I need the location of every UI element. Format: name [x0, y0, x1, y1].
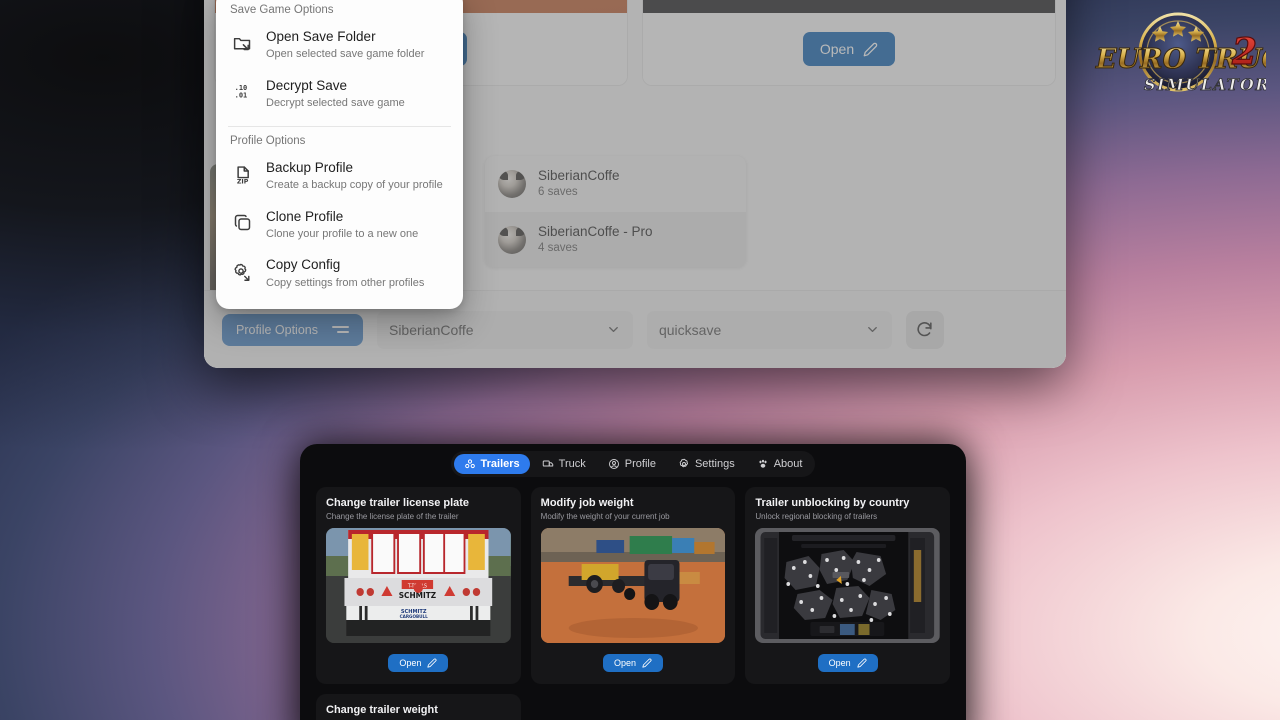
- pencil-icon: [642, 658, 652, 668]
- context-menu-section-label: Profile Options: [230, 135, 306, 148]
- card-change-trailer-weight: Change trailer weight Modifies the trail…: [316, 694, 521, 720]
- logo-text-two: 2: [1231, 31, 1257, 73]
- card-thumbnail-truck-lowloader: [540, 528, 726, 643]
- open-button[interactable]: Open: [602, 654, 663, 672]
- chevron-down-icon: [609, 327, 618, 332]
- card-title: Change trailer license plate: [326, 497, 470, 509]
- menu-item-title: Open Save Folder: [266, 29, 376, 44]
- pencil-icon: [427, 658, 437, 668]
- card-change-trailer-license-plate: Change trailer license plate Change the …: [316, 487, 521, 684]
- chevron-down-icon: [868, 327, 877, 332]
- card-description: Unlock regional blocking of trailers: [755, 512, 878, 521]
- profile-list: SiberianCoffe 6 saves SiberianCoffe - Pr…: [485, 156, 746, 268]
- card-title: Trailer unblocking by country: [755, 497, 910, 509]
- tab-profile[interactable]: Profile: [598, 454, 666, 474]
- svg-text:ZIP: ZIP: [236, 178, 248, 185]
- truck-icon: [542, 460, 553, 467]
- context-menu-section-label: Save Game Options: [230, 4, 334, 16]
- card-description: Change the license plate of the trailer: [326, 512, 459, 521]
- menu-item-description: Decrypt selected save game: [266, 96, 405, 109]
- profile-select-value: SiberianCoffe: [388, 321, 474, 338]
- open-button[interactable]: Open: [388, 654, 449, 672]
- tab-settings[interactable]: Settings: [668, 454, 745, 474]
- menu-item-title: Backup Profile: [266, 160, 354, 176]
- profile-options-context-menu: Save Game Options Open Save Folder Open …: [216, 0, 463, 310]
- tab-label: Trailers: [480, 458, 520, 470]
- menu-item-description: Open selected save game folder: [266, 48, 425, 61]
- open-button[interactable]: Open: [802, 32, 896, 66]
- menu-item-copy-config[interactable]: Copy Config Copy settings from other pro…: [216, 250, 463, 299]
- boxes-icon: [464, 459, 475, 469]
- profile-saves-count: 4 saves: [538, 241, 578, 254]
- profile-name: SiberianCoffe - Pro: [538, 223, 653, 239]
- open-button[interactable]: Open: [817, 654, 878, 672]
- list-item[interactable]: SiberianCoffe 6 saves: [485, 156, 746, 212]
- logo-text-simulator: SIMULATOR: [1144, 75, 1266, 94]
- card-title: Modify job weight: [540, 497, 634, 509]
- tab-label: Profile: [624, 458, 656, 470]
- ets2-logo: EURO TRUCK 2 SIMULATOR: [1095, 12, 1266, 94]
- card-modify-job-weight: Modify job weight Modify the weight of y…: [530, 487, 736, 684]
- refresh-icon: [917, 322, 933, 337]
- card-thumbnail: [643, 0, 1055, 13]
- menu-item-title: Copy Config: [266, 257, 341, 273]
- open-button-label: Open: [828, 658, 851, 668]
- svg-text:.10: .10: [234, 84, 247, 92]
- menu-item-clone-profile[interactable]: Clone Profile Clone your profile to a ne…: [216, 202, 463, 251]
- profile-select[interactable]: SiberianCoffe: [376, 310, 633, 349]
- tab-bar: Trailers Truck Profile Settings About: [300, 444, 966, 483]
- pencil-icon: [857, 658, 867, 668]
- tab-label: Truck: [558, 458, 586, 470]
- zip-file-icon: ZIP: [230, 161, 254, 187]
- mod-tool-window: Trailers Truck Profile Settings About Ch…: [300, 444, 966, 720]
- card-thumbnail-europe-map: [755, 528, 940, 643]
- gear-icon: [679, 458, 688, 468]
- menu-item-decrypt-save[interactable]: .10 .01 Decrypt Save Decrypt selected sa…: [216, 71, 463, 120]
- gear-arrow-icon: [230, 258, 254, 284]
- binary-decrypt-icon: .10 .01: [230, 79, 254, 105]
- svg-text:CARGOBULL: CARGOBULL: [400, 614, 428, 620]
- profile-options-button[interactable]: Profile Options: [222, 313, 363, 346]
- avatar: [498, 225, 526, 254]
- open-button-label: Open: [613, 658, 636, 668]
- tab-truck[interactable]: Truck: [532, 454, 596, 474]
- trailer-card-grid: Change trailer license plate Change the …: [300, 483, 966, 684]
- card-title: Change trailer weight: [326, 704, 438, 716]
- desktop-wallpaper: Open Open we eigh: [0, 0, 1280, 720]
- tab-label: Settings: [694, 458, 735, 470]
- menu-item-description: Clone your profile to a new one: [266, 228, 419, 241]
- avatar: [498, 169, 526, 198]
- bottom-card-row: Change trailer weight Modifies the trail…: [300, 694, 966, 720]
- open-button-label: Open: [399, 658, 422, 668]
- copy-duplicate-icon: [230, 210, 254, 236]
- tab-label: About: [773, 458, 803, 470]
- menu-item-backup-profile[interactable]: ZIP Backup Profile Create a backup copy …: [216, 153, 463, 202]
- svg-text:.01: .01: [234, 92, 247, 100]
- back-window-card: Open: [642, 0, 1056, 86]
- save-select-value: quicksave: [658, 321, 722, 338]
- tab-about[interactable]: About: [747, 454, 813, 474]
- menu-lines-icon: [331, 326, 349, 333]
- menu-item-title: Decrypt Save: [266, 77, 348, 93]
- pencil-icon: [863, 42, 878, 56]
- open-button-label: Open: [819, 41, 855, 57]
- menu-item-description: Copy settings from other profiles: [266, 276, 425, 289]
- tab-trailers[interactable]: Trailers: [453, 454, 530, 474]
- menu-item-title: Clone Profile: [266, 208, 344, 224]
- save-select[interactable]: quicksave: [646, 310, 892, 349]
- card-trailer-unblocking-by-country: Trailer unblocking by country Unlock reg…: [745, 487, 950, 684]
- card-thumbnail-trailer-rear: T-TOOLS SCHMITZ SCHMITZ CARGOBULL: [326, 528, 511, 643]
- profile-name: SiberianCoffe: [538, 168, 620, 183]
- logo-text-euro-truck: EURO TRUCK: [1095, 44, 1266, 75]
- paw-icon: [759, 459, 767, 468]
- refresh-button[interactable]: [905, 310, 944, 349]
- profile-options-label: Profile Options: [236, 322, 318, 337]
- card-description: Modify the weight of your current job: [540, 512, 670, 521]
- folder-open-arrow-icon: [230, 30, 254, 56]
- menu-item-description: Create a backup copy of your profile: [266, 179, 443, 192]
- user-circle-icon: [608, 459, 619, 469]
- list-item[interactable]: SiberianCoffe - Pro 4 saves: [485, 211, 746, 268]
- profile-saves-count: 6 saves: [538, 186, 578, 199]
- menu-item-open-save-folder[interactable]: Open Save Folder Open selected save game…: [216, 22, 463, 71]
